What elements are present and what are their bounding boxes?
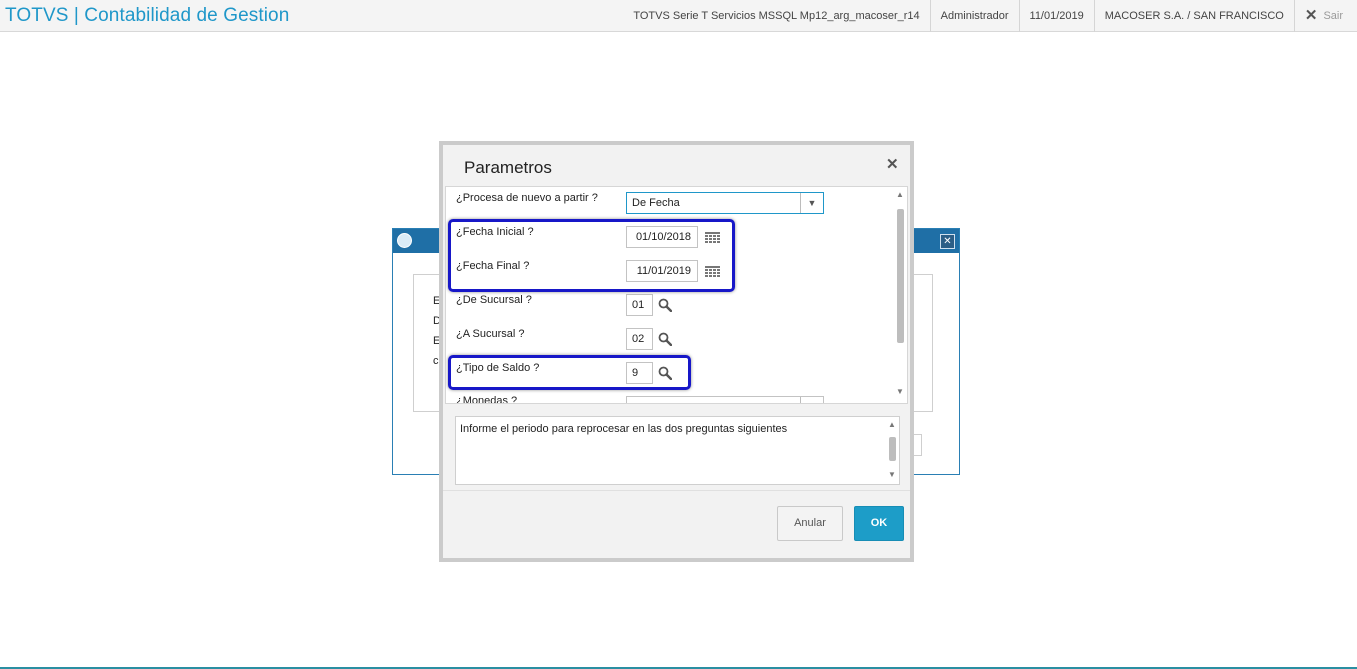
cancel-button[interactable]: Anular xyxy=(777,506,843,541)
scroll-down-icon[interactable]: ▼ xyxy=(896,387,904,396)
ok-button[interactable]: OK xyxy=(854,506,904,541)
param-label-monedas: ¿Monedas ? xyxy=(456,395,518,404)
monedas-select[interactable] xyxy=(626,396,824,403)
help-textbox[interactable]: Informe el periodo para reprocesar en la… xyxy=(455,416,900,485)
scroll-thumb[interactable] xyxy=(897,209,904,343)
search-icon[interactable] xyxy=(658,298,672,312)
param-label-procesa: ¿Procesa de nuevo a partir ? xyxy=(456,192,598,204)
procesa-select-value: De Fecha xyxy=(632,197,680,209)
session-info: TOTVS Serie T Servicios MSSQL Mp12_arg_m… xyxy=(623,0,1357,32)
top-bar: TOTVS | Contabilidad de Gestion TOTVS Se… xyxy=(0,0,1357,32)
help-text: Informe el periodo para reprocesar en la… xyxy=(460,423,788,435)
company-label: MACOSER S.A. / SAN FRANCISCO xyxy=(1093,0,1294,32)
param-label-de-sucursal: ¿De Sucursal ? xyxy=(456,294,532,306)
scroll-up-icon[interactable]: ▲ xyxy=(888,420,896,429)
procesa-select[interactable]: De Fecha ▼ xyxy=(626,192,824,214)
search-icon[interactable] xyxy=(658,332,672,346)
help-scrollbar[interactable]: ▲ ▼ xyxy=(885,417,899,484)
logout-label: Sair xyxy=(1323,10,1343,22)
dialog-close-button[interactable]: ✕ xyxy=(886,155,899,173)
dialog-separator xyxy=(443,490,910,491)
chevron-down-icon[interactable] xyxy=(800,397,823,403)
background-text: c xyxy=(433,355,439,367)
a-sucursal-input[interactable]: 02 xyxy=(626,328,653,350)
scroll-thumb[interactable] xyxy=(889,437,896,461)
de-sucursal-input[interactable]: 01 xyxy=(626,294,653,316)
close-icon: ✕ xyxy=(1304,7,1318,24)
date-range-highlight xyxy=(448,219,735,292)
scroll-up-icon[interactable]: ▲ xyxy=(896,190,904,199)
parametros-dialog: Parametros ✕ ¿Procesa de nuevo a partir … xyxy=(439,141,914,562)
param-label-a-sucursal: ¿A Sucursal ? xyxy=(456,328,525,340)
background-window-close-button[interactable]: ✕ xyxy=(940,234,955,249)
environment-label: TOTVS Serie T Servicios MSSQL Mp12_arg_m… xyxy=(633,10,920,22)
chevron-down-icon[interactable]: ▼ xyxy=(800,193,823,213)
window-icon xyxy=(397,233,412,248)
scroll-down-icon[interactable]: ▼ xyxy=(888,470,896,479)
date-label: 11/01/2019 xyxy=(1018,0,1094,32)
dialog-title: Parametros xyxy=(464,158,552,177)
parameters-panel: ¿Procesa de nuevo a partir ? De Fecha ▼ … xyxy=(445,186,908,404)
app-title: TOTVS | Contabilidad de Gestion xyxy=(5,5,290,26)
tipo-de-saldo-highlight xyxy=(448,355,691,390)
parameters-scrollbar[interactable]: ▲ ▼ xyxy=(893,187,907,403)
logout-button[interactable]: ✕ Sair xyxy=(1293,0,1357,32)
user-label: Administrador xyxy=(929,0,1019,32)
